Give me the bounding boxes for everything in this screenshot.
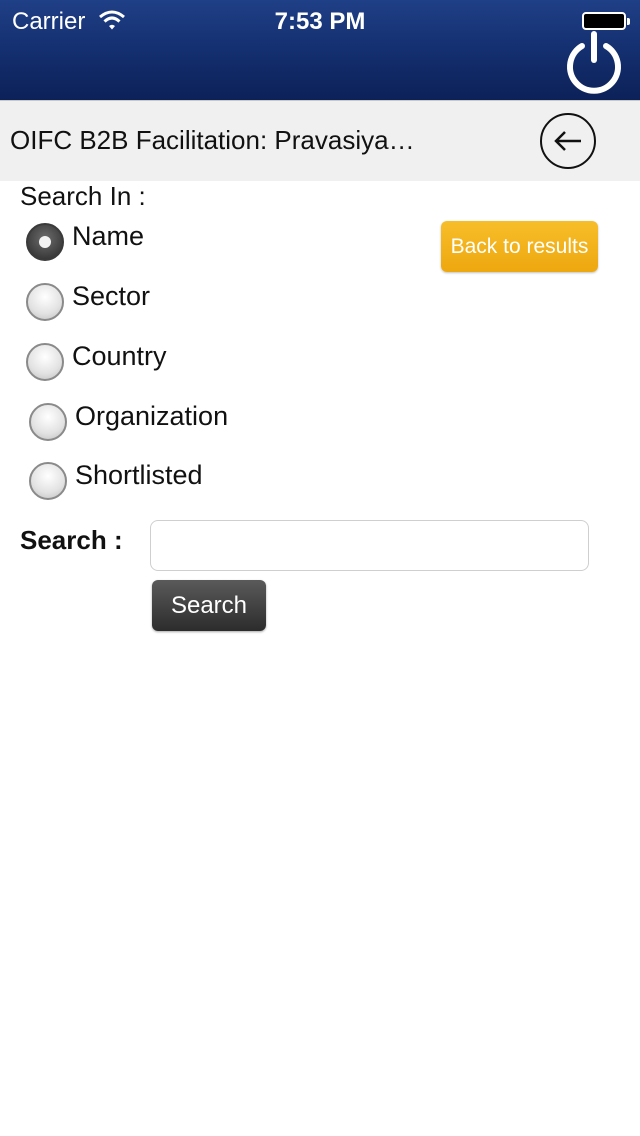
radio-button-country[interactable]: [26, 343, 64, 381]
radio-button-sector[interactable]: [26, 283, 64, 321]
status-time: 7:53 PM: [274, 8, 366, 35]
radio-label-shortlisted: Shortlisted: [75, 460, 203, 490]
status-bar: Carrier 7:53 PM: [0, 0, 640, 42]
search-button[interactable]: Search: [152, 580, 266, 631]
radio-label-name: Name: [72, 221, 145, 251]
radio-option-organization[interactable]: Organization: [0, 395, 260, 445]
page-title: OIFC B2B Facilitation: Pravasiya…: [10, 125, 415, 155]
back-to-results-button[interactable]: Back to results: [441, 221, 598, 272]
radio-option-name[interactable]: Name: [0, 215, 260, 265]
back-button[interactable]: [540, 113, 596, 169]
radio-label-country: Country: [72, 341, 167, 371]
search-label: Search :: [20, 525, 123, 555]
power-button[interactable]: [562, 30, 626, 94]
back-arrow-icon: [554, 131, 581, 151]
app-header: Carrier 7:53 PM: [0, 0, 640, 100]
search-in-label: Search In :: [20, 181, 146, 211]
title-bar: OIFC B2B Facilitation: Pravasiya…: [0, 100, 640, 181]
radio-option-country[interactable]: Country: [0, 335, 260, 385]
radio-button-name[interactable]: [26, 223, 64, 261]
power-icon: [567, 31, 621, 94]
battery-icon: [582, 12, 630, 30]
search-input[interactable]: [150, 520, 589, 571]
radio-label-sector: Sector: [72, 281, 151, 311]
radio-option-shortlisted[interactable]: Shortlisted: [0, 455, 260, 505]
radio-option-sector[interactable]: Sector: [0, 275, 260, 325]
radio-button-shortlisted[interactable]: [29, 462, 67, 500]
radio-button-organization[interactable]: [29, 403, 67, 441]
radio-label-organization: Organization: [75, 401, 229, 431]
